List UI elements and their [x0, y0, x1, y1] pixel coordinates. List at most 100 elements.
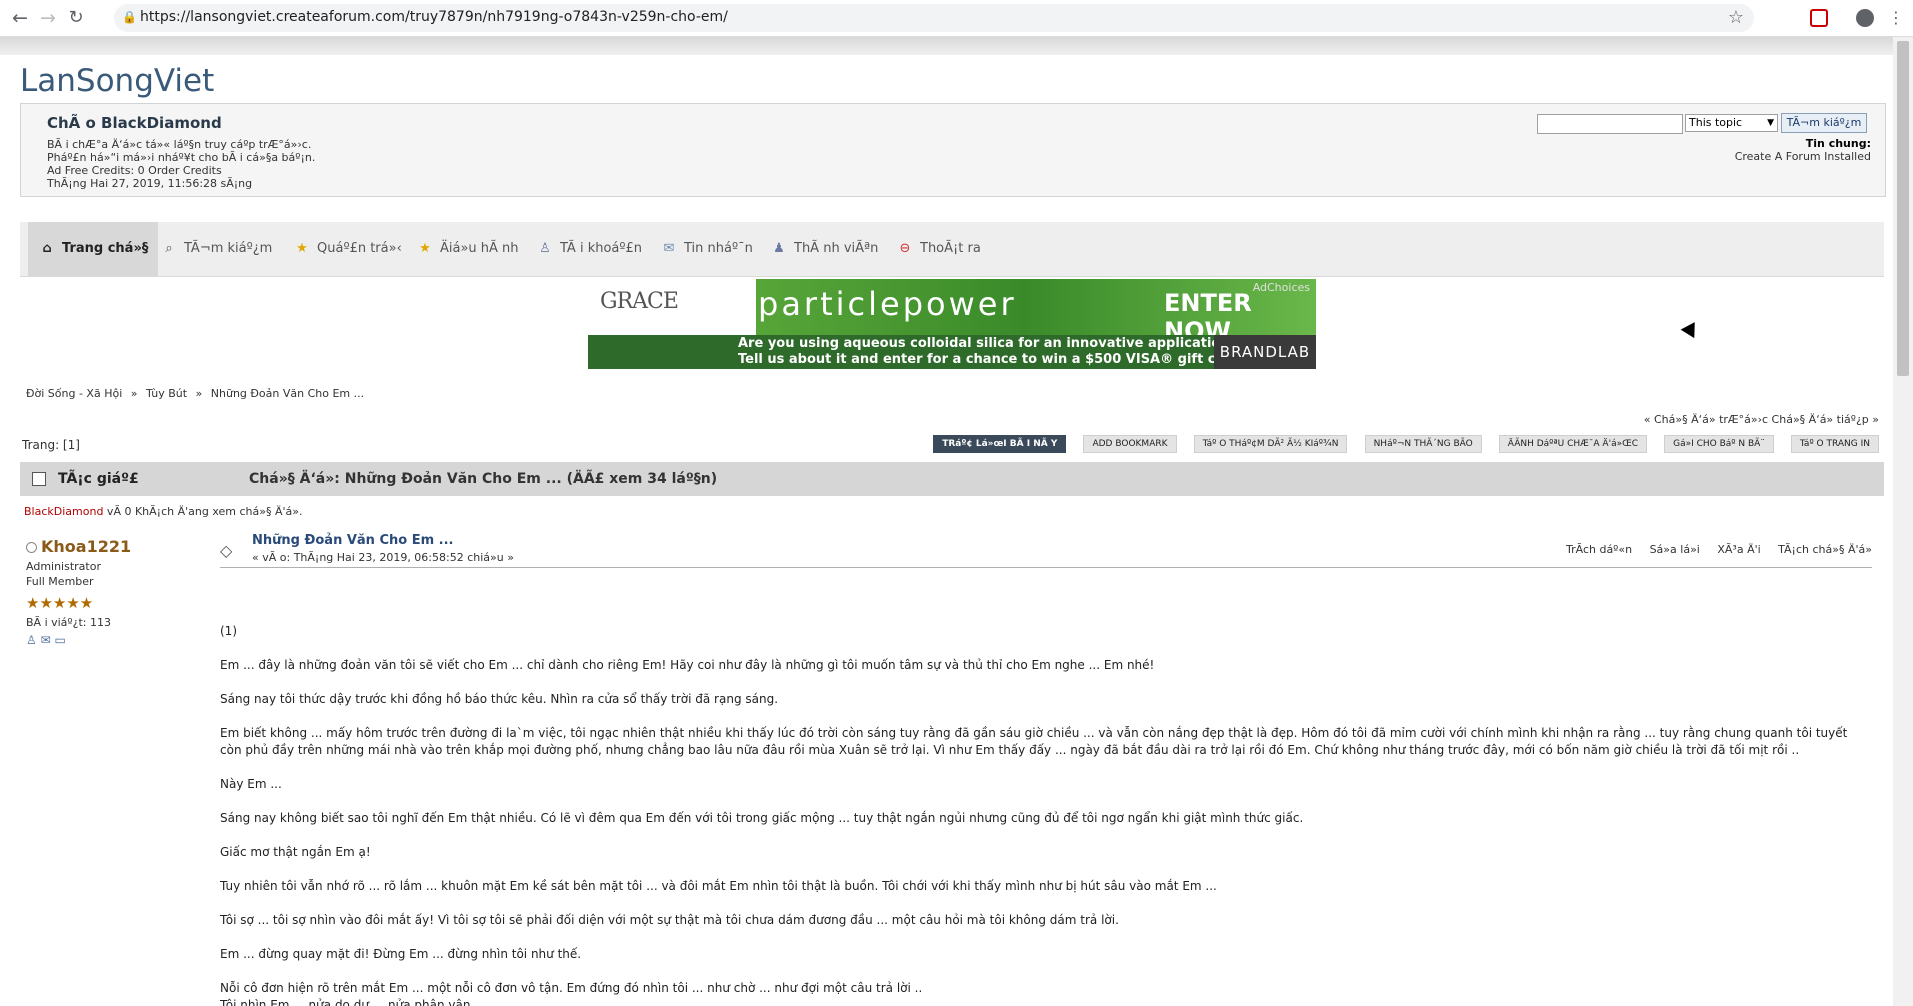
breadcrumb-separator: » — [130, 387, 138, 400]
quote-button[interactable]: TrÃ­ch dáº«n — [1566, 543, 1632, 556]
forum-page: LanSongViet ChÃ o BlackDiamond BÃ i chÆ°… — [0, 37, 1893, 1006]
nav-logout[interactable]: ⊖ ThoÃ¡t ra — [896, 222, 981, 276]
adchoices-label[interactable]: AdChoices — [1253, 281, 1310, 294]
send-to-friend-button[interactable]: Gá»­I CHO Báº N BÃ¨ — [1664, 435, 1774, 453]
viewing-status: BlackDiamond vÃ 0 KhÃ¡ch Ä'ang xem chá»§… — [24, 505, 303, 518]
news-title: Tin chung: — [1805, 137, 1871, 150]
ad-tagline-line1: Are you using aqueous colloidal silica f… — [738, 336, 1238, 351]
search-icon: ⌕ — [165, 241, 173, 256]
post-paragraph: Tuy nhiên tôi vẫn nhớ rõ ... rõ lắm ... … — [220, 879, 1217, 893]
user-icon: ♙ — [539, 241, 551, 256]
post-paragraph: Nỗi cô đơn hiện rõ trên mắt Em ... một n… — [220, 981, 923, 995]
poster-rank: Full Member — [26, 575, 94, 588]
nav-label: ThoÃ¡t ra — [920, 241, 981, 256]
nav-account[interactable]: ♙ TÃ i khoáº£n — [536, 222, 642, 276]
add-bookmark-button[interactable]: ADD BOOKMARK — [1083, 435, 1177, 453]
top-gradient-bar — [0, 37, 1893, 55]
viewing-rest: vÃ 0 KhÃ¡ch Ä'ang xem chá»§ Ä'á». — [103, 505, 303, 518]
nav-label: TÃ¬m kiáº¿m — [184, 241, 273, 256]
forward-icon[interactable]: → — [36, 6, 60, 30]
post-header: ◇ Những Đoản Văn Cho Em ... « vÃ o: ThÃ¡… — [220, 533, 1872, 568]
nav-members[interactable]: ♟ ThÃ nh viÃªn — [770, 222, 878, 276]
thread-header: TÃ¡c giáº£ Chá»§ Ä‘á»: Những Đoản Văn Ch… — [20, 462, 1884, 496]
breadcrumb-item[interactable]: Những Đoản Văn Cho Em ... — [211, 387, 364, 400]
ad-brand: BRANDLAB — [1214, 335, 1316, 369]
pm-icon[interactable]: ▭ — [54, 633, 65, 647]
search-scope-select[interactable]: This topic ▼ — [1685, 114, 1778, 132]
star-icon: ★ — [419, 241, 431, 256]
nav-label: Äiá»u hÃ nh — [440, 241, 519, 256]
nav-label: Quáº£n trá»‹ — [317, 241, 402, 256]
poster-role: Administrator — [26, 560, 101, 573]
post-paragraph: Giấc mơ thật ngắn Em ạ! — [220, 845, 371, 859]
unread-link[interactable]: BÃ i chÆ°a Ä‘á»c tá»« láº§n truy cáº­p t… — [47, 138, 311, 151]
nav-messages[interactable]: ✉ Tin nháº¯n — [660, 222, 753, 276]
ad-logo-text: GRACE — [600, 289, 679, 314]
notify-button[interactable]: NHáº¬N THÃ´NG BÃO — [1364, 435, 1482, 453]
reply-button[interactable]: TRáº¢ Lá»œI BÃ I NÃ Y — [933, 435, 1067, 453]
poster-info: Khoa1221 Administrator Full Member ★★★★★… — [26, 537, 206, 647]
poster-name[interactable]: Khoa1221 — [41, 537, 131, 556]
mouse-cursor — [1680, 322, 1702, 342]
nav-home[interactable]: ⌂ Trang chá»§ — [28, 222, 159, 276]
breadcrumb-separator: » — [195, 387, 203, 400]
post-title[interactable]: Những Đoản Văn Cho Em ... — [252, 533, 454, 548]
split-topic-button[interactable]: TÃ¡ch chá»§ Ä'á» — [1778, 543, 1872, 556]
profile-icon[interactable] — [1856, 9, 1874, 27]
breadcrumb: Đời Sống - Xã Hội » Tùy Bút » Những Đoản… — [26, 387, 369, 400]
pagination[interactable]: Trang: [1] — [22, 438, 80, 452]
home-icon: ⌂ — [42, 241, 52, 256]
post-actions: TrÃ­ch dáº«n Sá»­a lá»i XÃ³a Ä'i TÃ¡ch c… — [1552, 543, 1872, 556]
post-paragraph: Tôi nhìn Em ... nửa do dự ... nửa phân v… — [220, 998, 486, 1006]
post-date: « vÃ o: ThÃ¡ng Hai 23, 2019, 06:58:52 ch… — [252, 551, 514, 564]
mark-unread-button[interactable]: ÄÃNH DáºªU CHÆ¯A Ä'á»ŒC — [1498, 435, 1647, 453]
search-scope-value: This topic — [1689, 116, 1743, 129]
modify-button[interactable]: Sá»­a lá»i — [1650, 543, 1700, 556]
extension-icon[interactable] — [1810, 9, 1828, 27]
reload-icon[interactable]: ↻ — [64, 6, 88, 30]
viewing-user[interactable]: BlackDiamond — [24, 505, 103, 518]
nav-label: TÃ i khoáº£n — [560, 241, 643, 256]
ad-bottom-strip: Are you using aqueous colloidal silica f… — [588, 335, 1316, 369]
lock-icon: 🔒 — [122, 10, 137, 24]
back-icon[interactable]: ← — [8, 6, 32, 30]
star-icon: ★ — [296, 241, 308, 256]
logout-icon: ⊖ — [899, 241, 911, 256]
topic-subject: Chá»§ Ä‘á»: Những Đoản Văn Cho Em ... (Ä… — [249, 471, 718, 487]
search-input[interactable] — [1537, 114, 1683, 134]
delete-button[interactable]: XÃ³a Ä'i — [1717, 543, 1760, 556]
user-info-box: ChÃ o BlackDiamond BÃ i chÆ°a Ä‘á»c tá»«… — [20, 103, 1886, 197]
post-paragraph: Em biết không ... mấy hôm trước trên đườ… — [220, 726, 1848, 757]
address-bar[interactable]: 🔒 https://lansongviet.createaforum.com/t… — [114, 4, 1754, 32]
main-nav: ⌂ Trang chá»§ ⌕ TÃ¬m kiáº¿m ★ Quáº£n trá»‹ … — [20, 222, 1884, 277]
profile-icon[interactable]: ♙ — [26, 633, 37, 647]
email-icon[interactable]: ✉ — [41, 633, 51, 647]
nav-moderate[interactable]: ★ Äiá»u hÃ nh — [416, 222, 519, 276]
menu-icon[interactable]: ⋮ — [1884, 6, 1908, 30]
page-scrollbar[interactable] — [1893, 37, 1913, 1006]
add-poll-button[interactable]: Táº O THáº¢M DÃ² Ã½ KIáº¾N — [1193, 435, 1348, 453]
advertisement-banner[interactable]: GRACE particlepower ENTER NOW AdChoices … — [588, 279, 1316, 369]
news-body: Create A Forum Installed — [1734, 150, 1871, 163]
print-button[interactable]: Táº O TRANG IN — [1790, 435, 1879, 453]
poster-icons: ♙ ✉ ▭ — [26, 633, 206, 647]
bookmark-star-icon[interactable]: ☆ — [1728, 7, 1744, 28]
nav-admin[interactable]: ★ Quáº£n trá»‹ — [293, 222, 402, 276]
prev-next-topic[interactable]: « Chá»§ Ä‘á» trÆ°á»›c Chá»§ Ä‘á» tiáº¿p … — [1644, 413, 1879, 426]
scrollbar-thumb[interactable] — [1897, 41, 1909, 376]
site-title[interactable]: LanSongViet — [20, 63, 214, 99]
breadcrumb-item[interactable]: Tùy Bút — [146, 387, 187, 400]
mail-icon: ✉ — [663, 241, 675, 256]
breadcrumb-item[interactable]: Đời Sống - Xã Hội — [26, 387, 122, 400]
greeting: ChÃ o BlackDiamond — [47, 114, 222, 132]
nav-label: Tin nháº¯n — [684, 241, 753, 256]
nav-search[interactable]: ⌕ TÃ¬m kiáº¿m — [160, 222, 272, 276]
url-text[interactable]: https://lansongviet.createaforum.com/tru… — [140, 9, 728, 25]
ad-logo: GRACE — [588, 279, 756, 335]
search-button[interactable]: TÃ¬m kiáº¿m — [1781, 113, 1867, 133]
chevron-down-icon: ▼ — [1767, 118, 1774, 128]
post-paragraph: Sáng nay tôi thức dậy trước khi đồng hồ … — [220, 692, 779, 706]
poster-post-count: BÃ i viáº¿t: 113 — [26, 616, 111, 629]
credits-text: Ad Free Credits: 0 Order Credits — [47, 164, 222, 177]
replies-link[interactable]: Pháº£n há»“i má»›i nháº¥t cho bÃ i cá»§a… — [47, 151, 315, 164]
